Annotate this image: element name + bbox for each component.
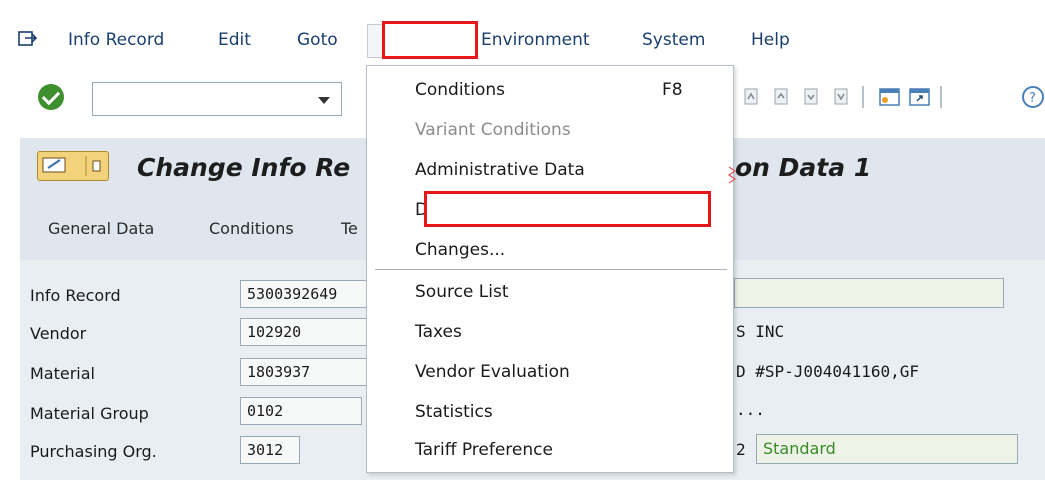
field-info-record[interactable]: 5300392649 xyxy=(240,280,372,308)
last-page-icon[interactable] xyxy=(830,86,852,108)
page-title: Change Info Re xyxy=(137,153,351,182)
menu-item-variant-conditions: Variant Conditions xyxy=(415,120,571,140)
resize-handle-icon xyxy=(727,165,737,185)
display-change-icon[interactable] xyxy=(37,151,109,181)
command-field[interactable] xyxy=(92,82,342,116)
label-material-group: Material Group xyxy=(30,404,149,423)
menu-item-conditions[interactable]: Conditions xyxy=(415,80,505,100)
tab-texts[interactable]: Te xyxy=(341,219,358,238)
vendor-name-text: S INC xyxy=(736,322,785,341)
field-material-group[interactable]: 0102 xyxy=(240,397,362,425)
field-standard[interactable]: Standard xyxy=(756,434,1018,464)
exit-icon[interactable] xyxy=(18,30,38,48)
new-session-icon[interactable] xyxy=(878,86,900,108)
menu-item-tariff-preference[interactable]: Tariff Preference xyxy=(415,440,553,460)
field-purchasing-org[interactable]: 3012 xyxy=(240,436,300,464)
purchasing-org-suffix: 2 xyxy=(736,440,746,459)
field-vendor[interactable]: 102920 xyxy=(240,318,372,346)
field-info-record-desc[interactable] xyxy=(734,278,1004,308)
material-group-desc-text: ... xyxy=(736,400,765,419)
menu-edit[interactable]: Edit xyxy=(218,30,251,50)
material-desc-text: D #SP-J004041160,GF xyxy=(736,362,920,381)
menu-item-vendor-evaluation[interactable]: Vendor Evaluation xyxy=(415,362,570,382)
highlight-menu-item-box xyxy=(424,191,711,227)
help-icon[interactable]: ? xyxy=(1020,86,1045,108)
first-page-icon[interactable] xyxy=(740,86,762,108)
menu-item-administrative-data[interactable]: Administrative Data xyxy=(415,160,585,180)
menu-system[interactable]: System xyxy=(642,30,705,50)
label-purchasing-org: Purchasing Org. xyxy=(30,442,157,461)
menu-item-taxes[interactable]: Taxes xyxy=(415,322,462,342)
svg-text:?: ? xyxy=(1029,91,1036,106)
menu-environment[interactable]: Environment xyxy=(481,30,590,50)
menu-item-statistics[interactable]: Statistics xyxy=(415,402,493,422)
dropdown-arrow-icon[interactable] xyxy=(318,97,330,104)
label-material: Material xyxy=(30,364,95,383)
menu-help[interactable]: Help xyxy=(751,30,790,50)
menu-separator xyxy=(375,269,727,270)
field-material[interactable]: 1803937 xyxy=(240,358,372,386)
page-title-continued: on Data 1 xyxy=(735,153,872,182)
tab-general-data[interactable]: General Data xyxy=(48,219,154,238)
highlight-menu-box xyxy=(382,21,478,59)
shortcut-icon[interactable] xyxy=(908,86,930,108)
next-page-icon[interactable] xyxy=(800,86,822,108)
extras-dropdown-menu: Conditions F8 Variant Conditions Adminis… xyxy=(366,65,734,473)
toolbar-separator xyxy=(862,86,864,108)
standard-value: Standard xyxy=(763,439,836,458)
previous-page-icon[interactable] xyxy=(770,86,792,108)
shortcut-f8: F8 xyxy=(662,80,683,100)
label-vendor: Vendor xyxy=(30,324,87,343)
menu-item-changes[interactable]: Changes... xyxy=(415,240,505,260)
toolbar-separator-2 xyxy=(940,86,942,108)
check-icon[interactable] xyxy=(38,84,64,110)
menu-info-record[interactable]: Info Record xyxy=(68,30,164,50)
tab-conditions[interactable]: Conditions xyxy=(209,219,294,238)
label-info-record: Info Record xyxy=(30,286,121,305)
menu-item-source-list[interactable]: Source List xyxy=(415,282,509,302)
menu-goto[interactable]: Goto xyxy=(297,30,338,50)
